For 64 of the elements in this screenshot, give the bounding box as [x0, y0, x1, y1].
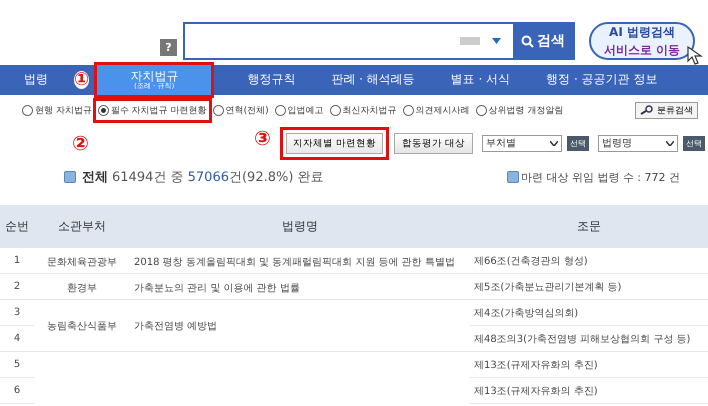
table-cell: 제48조의3(가축전염병 피해보상협의회 구성 등): [470, 326, 708, 352]
nav-tab[interactable]: 판례 · 해석례등: [325, 65, 421, 95]
category-search-button[interactable]: 분류검색: [635, 102, 698, 118]
nav-tab[interactable]: 행정 · 공공기관 정보: [540, 65, 664, 95]
column-header: 조문: [470, 205, 708, 248]
table-cell: 제13조(규제자유화의 추진): [470, 352, 708, 378]
radio-option[interactable]: 상위법령 개정알림: [474, 100, 566, 120]
table-cell: 제13조(규제자유화의 추진): [470, 378, 708, 404]
radio-option[interactable]: 의견제시사례: [400, 100, 472, 120]
toolbar-button[interactable]: 합동평가 대상: [394, 132, 473, 154]
radio-option[interactable]: 최신자치법규: [328, 100, 399, 120]
table-cell: 가축분뇨의 관리 및 이용에 관한 법률: [130, 274, 470, 300]
annotation-number: ③: [254, 126, 271, 150]
radio-button[interactable]: [402, 104, 414, 116]
select-field[interactable]: 법령명: [598, 134, 678, 152]
search-icon: [640, 105, 654, 115]
dropdown-caret-icon[interactable]: [492, 38, 501, 44]
nav-tab[interactable]: 별표 · 서식: [444, 65, 516, 95]
radio-button[interactable]: [476, 104, 487, 116]
radio-button[interactable]: [274, 104, 286, 116]
column-header: 순번: [0, 205, 34, 248]
select-button[interactable]: 선택: [566, 136, 589, 150]
completion-summary: 전체 61494건 중 57066건(92.8%) 완료: [82, 169, 324, 186]
table-cell: 가축전염병 예방법: [130, 300, 470, 352]
table-cell: 3: [0, 300, 34, 326]
select-field[interactable]: 부처별: [482, 134, 562, 152]
annotation-number: ①: [74, 71, 90, 89]
bullet-icon: [64, 171, 76, 183]
table-cell: 제66조(건축경관의 형성): [470, 248, 708, 274]
delegated-law-count: 마련 대상 위임 법령 수 : 772 건: [520, 170, 680, 184]
cursor-icon: [687, 46, 703, 66]
table-cell: 2018 평창 동계올림픽대회 및 동계패럴림픽대회 지원 등에 관한 특별법: [130, 248, 470, 274]
caret-icon[interactable]: [550, 140, 558, 146]
table-cell: 5: [0, 352, 34, 378]
table-cell: 제4조(가축방역심의회): [470, 300, 708, 326]
radio-option[interactable]: 입법예고: [272, 100, 326, 120]
radio-option[interactable]: 필수 자치법규 마련현황: [96, 100, 209, 120]
radio-button[interactable]: [22, 104, 33, 116]
radio-option[interactable]: 현행 자치법규: [20, 100, 94, 120]
table-cell: 6: [0, 378, 34, 404]
caret-icon[interactable]: [666, 140, 674, 146]
table-cell: 농림축산식품부: [34, 300, 130, 352]
search-field[interactable]: 검색: [183, 22, 575, 60]
help-icon[interactable]: ?: [160, 39, 177, 56]
column-header: 법령명: [130, 205, 470, 248]
radio-button[interactable]: [330, 104, 341, 116]
radio-option[interactable]: 연혁(전체): [210, 100, 271, 120]
table-cell: 환경부: [34, 274, 130, 300]
search-icon: [521, 34, 534, 48]
annotation-number: ②: [72, 131, 89, 155]
search-button[interactable]: 검색: [513, 24, 573, 58]
table-cell: 4: [0, 326, 34, 352]
nav-tab[interactable]: 법령: [18, 65, 54, 95]
table-cell: 제5조(가축분뇨관리기본계획 등): [470, 274, 708, 300]
select-button[interactable]: 선택: [682, 136, 705, 150]
table-cell: 문화체육관광부: [34, 248, 130, 274]
radio-button[interactable]: [212, 104, 224, 116]
table-cell: 2: [0, 274, 34, 300]
toolbar-button[interactable]: 지자체별 마련현황: [280, 126, 389, 160]
bullet-icon: [506, 171, 519, 183]
table-cell: 1: [0, 248, 34, 274]
radio-button[interactable]: [98, 104, 109, 116]
column-header: 소관부처: [34, 205, 130, 248]
nav-tab[interactable]: 행정규칙: [241, 65, 302, 95]
